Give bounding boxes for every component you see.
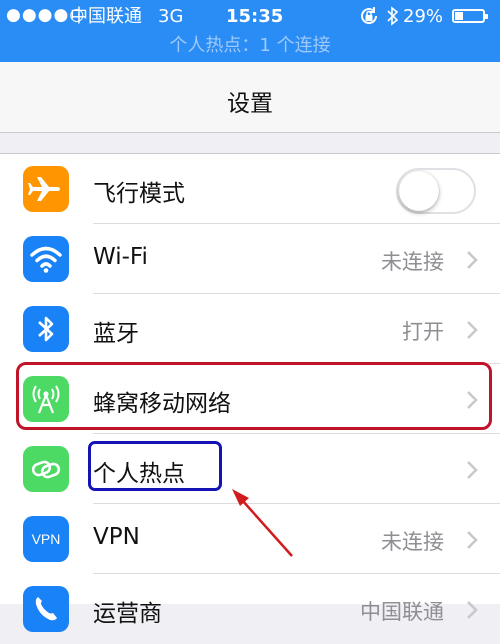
- status-time: 15:35: [226, 6, 284, 27]
- chevron-right-icon: [467, 251, 478, 269]
- airplane-mode-toggle[interactable]: [396, 168, 476, 214]
- bluetooth-icon: [386, 5, 400, 34]
- row-value: 中国联通: [360, 600, 444, 624]
- network-type: 3G: [158, 6, 184, 27]
- orientation-lock-icon: [358, 5, 380, 34]
- row-personal-hotspot[interactable]: 个人热点: [0, 434, 500, 504]
- toggle-knob: [399, 171, 439, 211]
- row-label: 飞行模式: [93, 181, 185, 207]
- carrier-name: 中国联通: [70, 6, 142, 27]
- battery-fill: [455, 12, 464, 20]
- battery-icon: [452, 9, 488, 23]
- hotspot-icon: [23, 446, 69, 492]
- row-label: 蓝牙: [93, 321, 139, 347]
- airplane-icon: [23, 166, 69, 212]
- chevron-right-icon: [467, 601, 478, 619]
- vpn-icon: VPN: [23, 516, 69, 562]
- row-vpn[interactable]: VPN VPN 未连接: [0, 504, 500, 574]
- cellular-highlight-box: [16, 362, 492, 430]
- row-bluetooth[interactable]: 蓝牙 打开: [0, 294, 500, 364]
- row-label: 运营商: [93, 601, 162, 627]
- row-value: 打开: [402, 320, 444, 344]
- chevron-right-icon: [467, 461, 478, 479]
- navigation-bar: 设置: [0, 62, 500, 133]
- hotspot-connection-banner[interactable]: 个人热点：1 个连接: [0, 34, 500, 58]
- row-value: 未连接: [381, 530, 444, 554]
- wifi-icon: [23, 236, 69, 282]
- page-title: 设置: [227, 91, 273, 117]
- phone-icon: [23, 586, 69, 632]
- row-label: Wi-Fi: [93, 244, 148, 270]
- row-airplane-mode[interactable]: 飞行模式: [0, 154, 500, 224]
- row-label: VPN: [93, 524, 140, 550]
- chevron-right-icon: [467, 531, 478, 549]
- row-value: 未连接: [381, 250, 444, 274]
- battery-percent: 29%: [403, 6, 444, 27]
- chevron-right-icon: [467, 321, 478, 339]
- row-carrier[interactable]: 运营商 中国联通: [0, 574, 500, 644]
- row-wifi[interactable]: Wi-Fi 未连接: [0, 224, 500, 294]
- bluetooth-icon: [23, 306, 69, 352]
- vpn-icon-text: VPN: [31, 531, 61, 547]
- status-bar: ●●●●○ 中国联通 3G 15:35 29% 个人热点：1 个连接: [0, 0, 500, 62]
- hotspot-highlight-box: [88, 441, 222, 491]
